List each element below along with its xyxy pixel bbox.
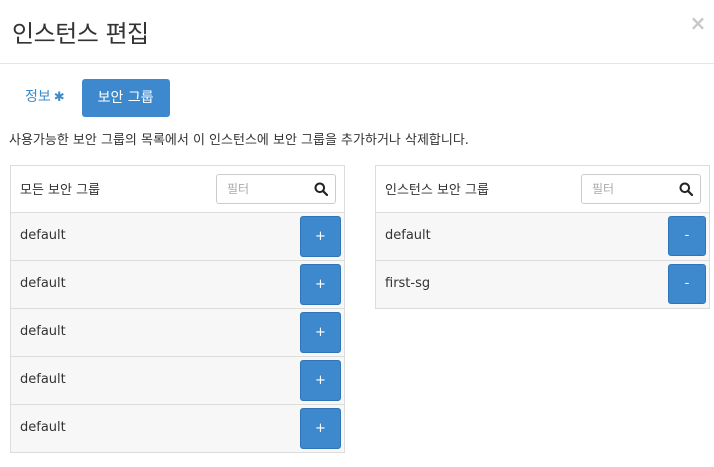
tab-security-groups-label: 보안 그룹 xyxy=(97,90,154,106)
list-item: default + xyxy=(11,405,344,453)
add-group-button[interactable]: + xyxy=(300,264,341,305)
modal-header: 인스턴스 편집 × xyxy=(0,0,714,64)
add-group-button[interactable]: + xyxy=(300,312,341,353)
search-icon[interactable] xyxy=(679,182,693,196)
instance-groups-title: 인스턴스 보안 그룹 xyxy=(385,183,489,198)
available-filter-input[interactable] xyxy=(217,175,309,203)
list-item: default - xyxy=(376,213,709,261)
list-item: default + xyxy=(11,213,344,261)
list-item: first-sg - xyxy=(376,261,709,309)
available-filter xyxy=(216,174,336,204)
tab-security-groups[interactable]: 보안 그룹 xyxy=(81,79,170,117)
add-group-button[interactable]: + xyxy=(300,360,341,401)
group-name: default xyxy=(20,324,66,339)
group-name: default xyxy=(20,420,66,435)
group-name: first-sg xyxy=(385,276,431,291)
tab-info[interactable]: 정보 ✱ xyxy=(11,79,79,117)
instance-groups-panel: 인스턴스 보안 그룹 default - first-sg - xyxy=(375,165,710,309)
group-name: default xyxy=(20,276,66,291)
instance-filter-input[interactable] xyxy=(582,175,674,203)
tab-bar: 정보 ✱ 보안 그룹 xyxy=(11,79,170,117)
group-name: default xyxy=(20,228,66,243)
instance-filter xyxy=(581,174,701,204)
available-groups-title: 모든 보안 그룹 xyxy=(20,183,101,198)
group-name: default xyxy=(385,228,431,243)
search-icon[interactable] xyxy=(314,182,328,196)
help-text: 사용가능한 보안 그룹의 목록에서 이 인스턴스에 보안 그룹을 추가하거나 삭… xyxy=(9,133,469,148)
list-item: default + xyxy=(11,309,344,357)
close-icon[interactable]: × xyxy=(687,12,709,34)
add-group-button[interactable]: + xyxy=(300,408,341,449)
available-groups-header: 모든 보안 그룹 xyxy=(11,166,344,213)
remove-group-button[interactable]: - xyxy=(668,216,706,256)
list-item: default + xyxy=(11,357,344,405)
modal-title: 인스턴스 편집 xyxy=(12,20,149,48)
list-item: default + xyxy=(11,261,344,309)
remove-group-button[interactable]: - xyxy=(668,264,706,304)
instance-groups-header: 인스턴스 보안 그룹 xyxy=(376,166,709,213)
add-group-button[interactable]: + xyxy=(300,216,341,257)
group-name: default xyxy=(20,372,66,387)
available-groups-panel: 모든 보안 그룹 default + default + default + d… xyxy=(10,165,345,453)
tab-info-label: 정보 xyxy=(25,89,51,105)
asterisk-icon: ✱ xyxy=(53,90,65,105)
